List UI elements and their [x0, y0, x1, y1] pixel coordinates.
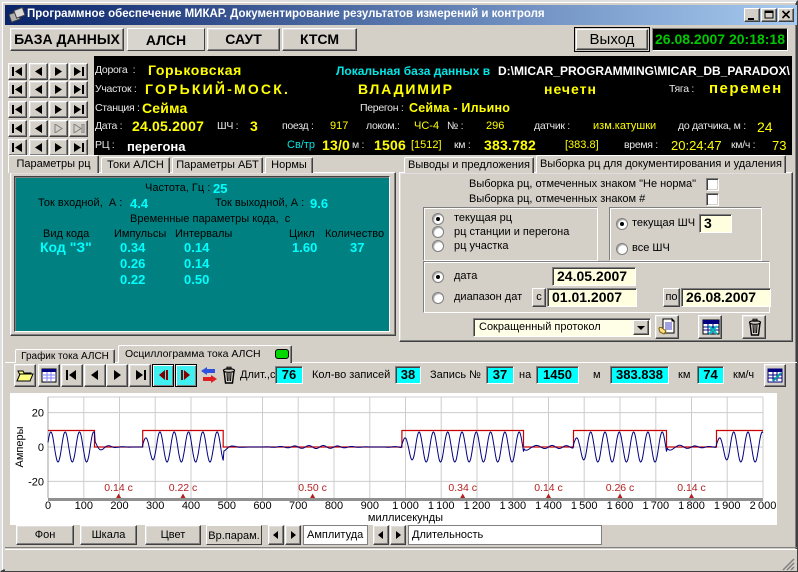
- svg-text:-20: -20: [28, 476, 44, 488]
- svg-text:0: 0: [45, 500, 51, 512]
- svg-text:800: 800: [325, 500, 343, 512]
- svg-text:0.50 с: 0.50 с: [298, 482, 327, 494]
- svg-text:1 600: 1 600: [607, 500, 634, 512]
- svg-text:Амперы: Амперы: [14, 426, 26, 467]
- svg-text:миллисекунды: миллисекунды: [368, 512, 443, 524]
- svg-text:20: 20: [32, 408, 44, 420]
- svg-text:1 100: 1 100: [428, 500, 455, 512]
- svg-text:600: 600: [253, 500, 271, 512]
- svg-text:0.14 с: 0.14 с: [104, 482, 133, 494]
- svg-text:900: 900: [361, 500, 379, 512]
- svg-text:200: 200: [110, 500, 128, 512]
- svg-text:1 800: 1 800: [678, 500, 705, 512]
- svg-text:0.22 с: 0.22 с: [169, 482, 198, 494]
- svg-text:0: 0: [38, 442, 44, 454]
- svg-text:0.34 с: 0.34 с: [448, 482, 477, 494]
- svg-text:1 000: 1 000: [392, 500, 419, 512]
- svg-text:1 700: 1 700: [642, 500, 669, 512]
- svg-text:1 300: 1 300: [499, 500, 526, 512]
- svg-text:1 200: 1 200: [464, 500, 491, 512]
- svg-text:500: 500: [218, 500, 236, 512]
- svg-text:300: 300: [146, 500, 164, 512]
- svg-text:0.14 с: 0.14 с: [677, 482, 706, 494]
- svg-text:100: 100: [75, 500, 93, 512]
- svg-text:0.26 с: 0.26 с: [606, 482, 635, 494]
- svg-text:2 000: 2 000: [750, 500, 777, 512]
- svg-text:1 900: 1 900: [714, 500, 741, 512]
- svg-text:0.14 с: 0.14 с: [534, 482, 563, 494]
- svg-text:1 400: 1 400: [535, 500, 562, 512]
- svg-text:1 500: 1 500: [571, 500, 598, 512]
- svg-text:400: 400: [182, 500, 200, 512]
- svg-text:700: 700: [289, 500, 307, 512]
